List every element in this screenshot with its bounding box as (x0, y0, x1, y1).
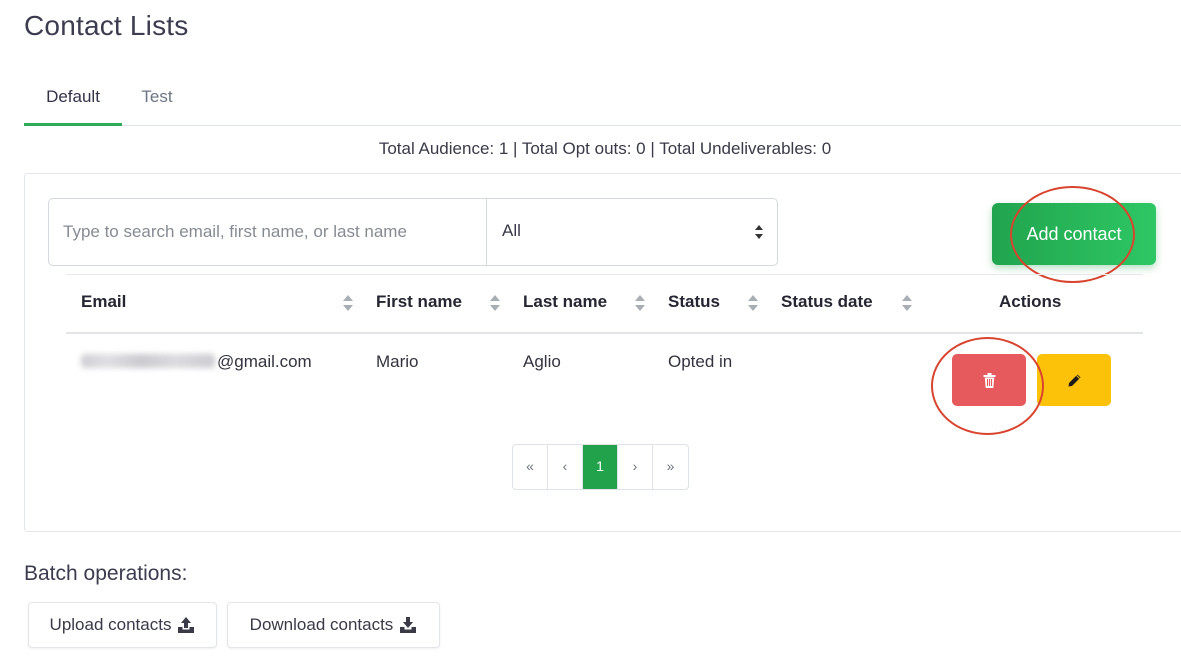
cell-first-name: Mario (376, 352, 419, 371)
sort-icon[interactable] (634, 294, 646, 312)
tab-default[interactable]: Default (24, 86, 122, 126)
download-contacts-label: Download contacts (249, 615, 394, 634)
sort-icon[interactable] (342, 294, 354, 312)
status-filter-select[interactable]: All (486, 199, 777, 265)
cell-status: Opted in (668, 352, 733, 371)
header-actions: Actions (999, 292, 1062, 311)
sort-icon[interactable] (901, 294, 913, 312)
cell-email: @gmail.com (81, 352, 312, 372)
page-first[interactable]: « (513, 445, 548, 489)
upload-icon (178, 617, 195, 633)
header-first-name[interactable]: First name (376, 292, 462, 312)
batch-operations-title: Batch operations: (24, 562, 188, 585)
pencil-icon (1068, 374, 1080, 386)
header-last-name[interactable]: Last name (523, 292, 607, 312)
page-last[interactable]: » (653, 445, 688, 489)
search-input[interactable] (49, 199, 486, 265)
upload-contacts-button[interactable]: Upload contacts (28, 602, 217, 648)
page-next[interactable]: › (618, 445, 653, 489)
select-arrows-icon (755, 225, 763, 239)
status-filter-value: All (502, 221, 521, 240)
filter-group: All (48, 198, 778, 266)
audience-summary: Total Audience: 1 | Total Opt outs: 0 | … (378, 139, 832, 158)
tab-test[interactable]: Test (122, 86, 192, 125)
table-header-divider (66, 332, 1143, 334)
sort-icon[interactable] (489, 294, 501, 312)
header-status[interactable]: Status (668, 292, 720, 312)
pagination: « ‹ 1 › » (512, 444, 689, 490)
delete-contact-button[interactable] (952, 354, 1026, 406)
trash-icon (983, 372, 995, 388)
page-current[interactable]: 1 (583, 445, 618, 489)
page-prev[interactable]: ‹ (548, 445, 583, 489)
header-email[interactable]: Email (81, 292, 126, 312)
page-title: Contact Lists (24, 10, 189, 41)
edit-contact-button[interactable] (1037, 354, 1111, 406)
header-status-date[interactable]: Status date (781, 292, 873, 312)
tabs: Default Test (24, 86, 1181, 126)
upload-contacts-label: Upload contacts (49, 615, 172, 634)
sort-icon[interactable] (747, 294, 759, 312)
email-domain: @gmail.com (217, 352, 312, 371)
table-top-divider (66, 274, 1143, 275)
add-contact-button[interactable]: Add contact (992, 203, 1156, 265)
cell-last-name: Aglio (523, 352, 561, 371)
download-contacts-button[interactable]: Download contacts (227, 602, 440, 648)
redacted-email-prefix (81, 354, 215, 368)
download-icon (400, 617, 417, 633)
